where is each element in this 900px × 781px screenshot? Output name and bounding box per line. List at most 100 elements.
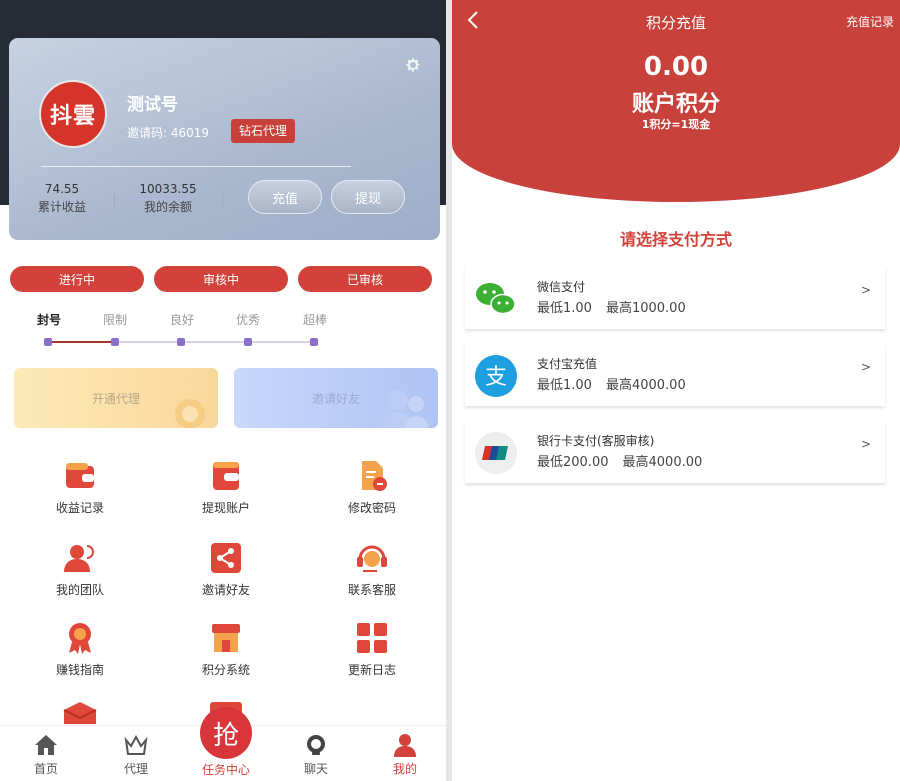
grab-order-button[interactable]: 抢 [200, 707, 252, 759]
stat-separator [222, 194, 223, 206]
choose-payment-title: 请选择支付方式 [619, 230, 732, 249]
coin-decoration-icon [175, 399, 205, 428]
chevron-right-icon: > [860, 360, 871, 374]
tab-agent-label: 代理 [123, 762, 148, 776]
invite-friends-banner[interactable]: 邀请好友 [234, 368, 438, 428]
earning-guide-item[interactable]: 赚钱指南 [25, 620, 135, 678]
tab-agent[interactable]: 代理 [106, 732, 166, 777]
points-value: 0.00 [643, 52, 709, 82]
grid-blocks-icon [357, 623, 387, 653]
invite-friends-item[interactable]: 邀请好友 [171, 540, 281, 598]
person-icon [394, 734, 416, 757]
svg-text:支: 支 [485, 365, 507, 390]
payment-name: 微信支付 [537, 280, 586, 294]
unionpay-icon [475, 432, 517, 474]
invite-friends-grid-label: 邀请好友 [201, 583, 250, 597]
payment-max: 最高4000.00 [605, 378, 686, 393]
payment-max: 最高1000.00 [605, 301, 686, 316]
page-title: 积分充值 [645, 14, 706, 32]
level-progress [46, 341, 114, 343]
points-system-label: 积分系统 [201, 663, 250, 677]
balance-value: 10033.55 [139, 182, 197, 196]
level-dot [310, 338, 318, 346]
task-center-label[interactable]: 任务中心 [196, 761, 256, 778]
card-wallet-icon [213, 462, 239, 490]
stat-separator [114, 194, 115, 206]
earning-guide-label: 赚钱指南 [55, 663, 104, 677]
payment-limits: 最低200.00 最高4000.00 [537, 451, 716, 470]
level-dot [177, 338, 185, 346]
document-lock-icon [362, 461, 387, 491]
customer-service-item[interactable]: 联系客服 [317, 540, 427, 598]
payment-limits: 最低1.00 最高1000.00 [537, 297, 700, 316]
tab-home-label: 首页 [33, 762, 58, 776]
recharge-button[interactable]: 充值 [248, 180, 322, 214]
payment-name: 支付宝充值 [537, 357, 598, 371]
payment-max: 最高4000.00 [622, 455, 703, 470]
chevron-right-icon: > [860, 283, 871, 297]
medal-icon [69, 623, 91, 654]
level-dot [111, 338, 119, 346]
wechat-icon [476, 283, 516, 315]
tab-in-progress[interactable]: 进行中 [10, 266, 144, 292]
share-icon [211, 543, 241, 573]
team-icon [64, 545, 94, 572]
my-team-item[interactable]: 我的团队 [25, 540, 135, 598]
income-records-item[interactable]: 收益记录 [25, 458, 135, 516]
gear-icon[interactable] [404, 56, 422, 74]
exchange-ratio: 1积分=1现金 [641, 118, 711, 131]
tab-reviewed[interactable]: 已审核 [298, 266, 432, 292]
crown-icon [124, 734, 148, 755]
tab-home[interactable]: 首页 [16, 732, 76, 777]
level-label-great: 超棒 [303, 313, 328, 327]
level-label-good: 良好 [170, 313, 195, 327]
payment-method-bankcard[interactable]: 银行卡支付(客服审核) 最低200.00 最高4000.00 > [465, 421, 885, 483]
my-team-label: 我的团队 [55, 583, 104, 597]
home-icon [35, 735, 57, 755]
payment-min: 最低1.00 [537, 301, 592, 316]
vip-badge: 钻石代理 [231, 119, 296, 143]
withdraw-account-label: 提现账户 [201, 501, 250, 515]
profile-card: 抖雲 测试号 邀请码: 46019 钻石代理 74.55 累计收益 10033.… [9, 38, 440, 240]
alipay-icon: 支 [475, 355, 517, 397]
chevron-right-icon: > [860, 437, 871, 451]
tab-chat-label: 聊天 [303, 762, 328, 776]
gift-box-icon[interactable] [62, 702, 98, 724]
points-system-item[interactable]: 积分系统 [171, 620, 281, 678]
recharge-history-link[interactable]: 充值记录 [846, 13, 894, 30]
open-agent-label: 开通代理 [91, 391, 140, 406]
change-password-item[interactable]: 修改密码 [317, 458, 427, 516]
withdraw-account-item[interactable]: 提现账户 [171, 458, 281, 516]
withdraw-button[interactable]: 提现 [331, 180, 405, 214]
level-label-excellent: 优秀 [236, 313, 261, 327]
invite-friends-label: 邀请好友 [311, 391, 360, 406]
tab-under-review[interactable]: 审核中 [154, 266, 288, 292]
username: 测试号 [127, 95, 178, 115]
open-agent-banner[interactable]: 开通代理 [14, 368, 218, 428]
level-dot [44, 338, 52, 346]
chat-headset-icon [307, 735, 325, 755]
total-earnings-label: 累计收益 [37, 200, 86, 214]
update-log-label: 更新日志 [347, 663, 396, 677]
level-label-banned: 封号 [37, 313, 62, 327]
avatar[interactable]: 抖雲 [39, 80, 107, 148]
tab-mine[interactable]: 我的 [375, 732, 435, 777]
payment-min: 最低200.00 [537, 455, 609, 470]
payment-limits: 最低1.00 最高4000.00 [537, 374, 700, 393]
change-password-label: 修改密码 [347, 501, 396, 515]
tab-mine-label: 我的 [392, 762, 417, 776]
income-records-label: 收益记录 [55, 501, 104, 515]
update-log-item[interactable]: 更新日志 [317, 620, 427, 678]
invite-code: 邀请码: 46019 [127, 126, 210, 140]
people-decoration-icon [380, 390, 430, 428]
shop-icon [212, 624, 240, 652]
payment-name: 银行卡支付(客服审核) [537, 434, 655, 448]
user-center-screen: 抖雲 测试号 邀请码: 46019 钻石代理 74.55 累计收益 10033.… [0, 0, 446, 781]
level-dot [244, 338, 252, 346]
wallet-icon [66, 463, 94, 488]
payment-method-wechat[interactable]: 微信支付 最低1.00 最高1000.00 > [465, 267, 885, 329]
divider [41, 166, 351, 167]
payment-method-alipay[interactable]: 支 支付宝充值 最低1.00 最高4000.00 > [465, 344, 885, 406]
tab-chat[interactable]: 聊天 [286, 732, 346, 777]
headset-icon [357, 545, 387, 572]
